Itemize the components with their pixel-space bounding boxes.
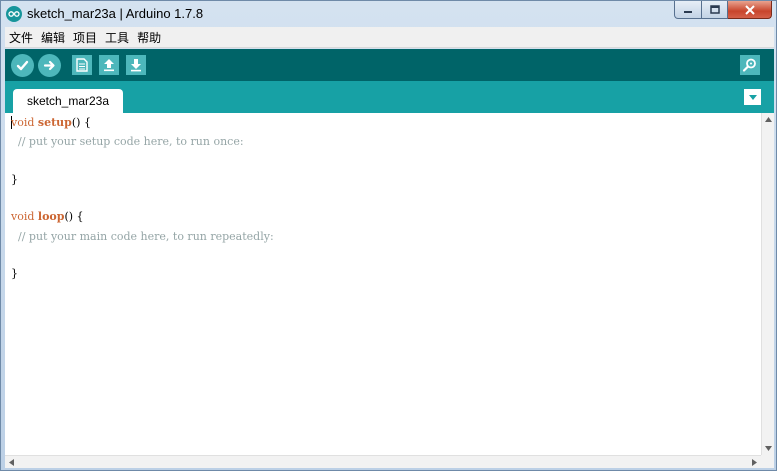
code-comment: // put your main code here, to run repea… xyxy=(11,230,274,243)
upload-button[interactable] xyxy=(38,54,61,77)
arrow-right-icon xyxy=(752,459,757,466)
arduino-logo-icon xyxy=(6,5,22,22)
code-line: void setup() { xyxy=(11,116,91,129)
vertical-scrollbar[interactable] xyxy=(761,113,774,455)
code-editor[interactable]: void setup() { // put your setup code he… xyxy=(5,113,761,455)
scroll-left-button[interactable] xyxy=(5,456,18,469)
arrow-down-icon xyxy=(765,446,772,451)
save-button[interactable] xyxy=(126,55,146,75)
window-title: sketch_mar23a | Arduino 1.7.8 xyxy=(27,6,204,21)
window-controls xyxy=(674,1,772,19)
chevron-down-icon xyxy=(748,94,757,100)
upload-icon xyxy=(43,60,55,71)
menu-help[interactable]: 帮助 xyxy=(133,29,165,46)
menu-sketch[interactable]: 项目 xyxy=(69,29,101,46)
tab-strip: sketch_mar23a xyxy=(5,81,774,113)
verify-icon xyxy=(16,60,29,71)
title-bar[interactable]: sketch_mar23a | Arduino 1.7.8 xyxy=(1,1,776,26)
horizontal-scrollbar[interactable] xyxy=(5,455,761,468)
verify-button[interactable] xyxy=(11,54,34,77)
save-icon xyxy=(131,59,141,72)
code-line: } xyxy=(11,173,18,186)
minimize-icon xyxy=(684,10,692,13)
scroll-down-button[interactable] xyxy=(762,442,775,455)
code-line: void loop() { xyxy=(11,210,84,223)
new-icon xyxy=(76,58,88,72)
maximize-button[interactable] xyxy=(702,1,728,19)
scrollbar-corner xyxy=(761,455,774,468)
open-icon xyxy=(104,59,114,72)
scroll-up-button[interactable] xyxy=(762,113,775,126)
scroll-right-button[interactable] xyxy=(748,456,761,469)
menu-edit[interactable]: 编辑 xyxy=(37,29,69,46)
tab-menu-button[interactable] xyxy=(744,89,761,105)
tab-sketch[interactable]: sketch_mar23a xyxy=(13,89,123,113)
arduino-window: sketch_mar23a | Arduino 1.7.8 文件 编辑 项目 工… xyxy=(0,0,777,471)
arrow-up-icon xyxy=(765,117,772,122)
serial-monitor-icon xyxy=(742,58,756,72)
arrow-left-icon xyxy=(9,459,14,466)
menu-file[interactable]: 文件 xyxy=(5,29,37,46)
code-line: } xyxy=(11,267,18,280)
open-button[interactable] xyxy=(99,55,119,75)
menu-bar: 文件 编辑 项目 工具 帮助 xyxy=(5,27,774,48)
new-button[interactable] xyxy=(72,55,92,75)
menu-tools[interactable]: 工具 xyxy=(101,29,133,46)
minimize-button[interactable] xyxy=(674,1,702,19)
close-button[interactable] xyxy=(728,1,772,19)
serial-monitor-button[interactable] xyxy=(740,55,760,75)
tab-label: sketch_mar23a xyxy=(26,94,110,108)
maximize-icon xyxy=(709,4,720,14)
code-comment: // put your setup code here, to run once… xyxy=(11,135,244,148)
toolbar xyxy=(5,49,774,81)
close-icon xyxy=(744,4,755,15)
